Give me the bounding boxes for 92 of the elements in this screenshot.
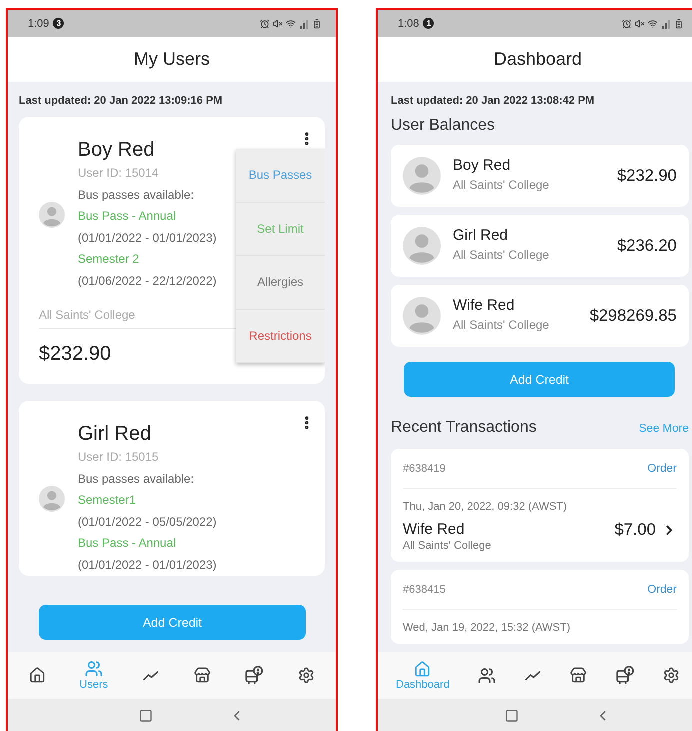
balance-card[interactable]: Girl Red All Saints' College $236.20 bbox=[391, 215, 689, 277]
school-name: All Saints' College bbox=[453, 316, 550, 334]
home-button-icon[interactable] bbox=[505, 709, 519, 723]
home-icon bbox=[414, 660, 432, 678]
balance-amount: $232.90 bbox=[39, 343, 112, 366]
last-updated: Last updated: 20 Jan 2022 13:08:42 PM bbox=[391, 95, 596, 107]
pass-name: Semester 2 bbox=[78, 251, 140, 268]
transaction-type: Order bbox=[648, 584, 677, 596]
pass-dates: (01/01/2022 - 01/01/2023) bbox=[78, 556, 217, 574]
signal-icon bbox=[299, 18, 309, 28]
menu-item[interactable]: Bus Passes bbox=[236, 149, 325, 202]
avatar-icon bbox=[403, 297, 441, 335]
users-icon bbox=[84, 660, 103, 678]
notification-badge: 3 bbox=[53, 18, 64, 29]
transaction-id: #638415 bbox=[403, 584, 446, 596]
user-name: Girl Red bbox=[453, 226, 510, 245]
transaction-amount: $7.00 bbox=[614, 521, 656, 540]
signal-icon bbox=[661, 18, 671, 28]
transaction-id: #638419 bbox=[403, 462, 446, 474]
school-name: All Saints' College bbox=[403, 540, 492, 552]
home-button-icon[interactable] bbox=[139, 709, 153, 723]
settings-icon bbox=[298, 667, 316, 684]
battery-icon bbox=[674, 18, 684, 28]
school-name: All Saints' College bbox=[453, 246, 550, 264]
user-id: User ID: 15014 bbox=[78, 165, 160, 182]
store-icon bbox=[194, 667, 211, 684]
status-time: 1:09 bbox=[28, 18, 50, 30]
nav-tab[interactable] bbox=[28, 667, 46, 684]
screen-title: Dashboard bbox=[494, 49, 582, 70]
store-icon bbox=[570, 667, 587, 684]
add-credit-button[interactable]: Add Credit bbox=[404, 362, 675, 397]
home-icon bbox=[28, 667, 46, 684]
user-name: Boy Red bbox=[453, 156, 512, 175]
nav-tab[interactable] bbox=[614, 666, 635, 686]
menu-item[interactable]: Allergies bbox=[236, 256, 325, 310]
section-title: User Balances bbox=[391, 117, 496, 135]
avatar-icon bbox=[403, 227, 441, 265]
passes-label: Bus passes available: bbox=[78, 186, 196, 204]
pass-dates: (01/01/2022 - 05/05/2022) bbox=[78, 514, 217, 530]
nav-tab[interactable] bbox=[662, 667, 680, 684]
mute-icon bbox=[273, 18, 283, 28]
passes-label: Bus passes available: bbox=[78, 470, 196, 488]
balance-card[interactable]: Boy Red All Saints' College $232.90 bbox=[391, 145, 689, 207]
nav-tab[interactable] bbox=[244, 666, 264, 686]
transaction-card[interactable]: #638419 Order Thu, Jan 20, 2022, 09:32 (AWST) Wife Red All Saints' College $7.00 bbox=[391, 449, 689, 562]
nav-tab[interactable]: Dashboard bbox=[396, 660, 450, 690]
mute-icon bbox=[635, 18, 645, 28]
menu-item[interactable]: Restrictions bbox=[236, 310, 325, 363]
school-name: All Saints' College bbox=[453, 176, 550, 194]
avatar-icon bbox=[39, 486, 65, 512]
bus-alert-icon bbox=[614, 666, 635, 686]
pass-name: Bus Pass - Annual bbox=[78, 535, 178, 552]
user-name: Girl Red bbox=[78, 422, 152, 447]
pass-name: Semester1 bbox=[78, 492, 138, 509]
user-name: Boy Red bbox=[78, 138, 156, 163]
last-updated: Last updated: 20 Jan 2022 13:09:16 PM bbox=[19, 95, 224, 107]
transaction-date: Thu, Jan 20, 2022, 09:32 (AWST) bbox=[403, 501, 568, 513]
users-icon bbox=[478, 666, 496, 684]
transaction-type: Order bbox=[648, 462, 677, 474]
balance-amount: $232.90 bbox=[617, 166, 677, 186]
settings-icon bbox=[662, 667, 680, 684]
alarm-icon bbox=[260, 18, 270, 28]
pass-dates: (01/06/2022 - 22/12/2022) bbox=[78, 272, 217, 290]
balance-card[interactable]: Wife Red All Saints' College $298269.85 bbox=[391, 285, 689, 347]
add-credit-button[interactable]: Add Credit bbox=[39, 605, 306, 640]
avatar-icon bbox=[403, 157, 441, 195]
notification-badge: 1 bbox=[423, 18, 434, 29]
battery-icon bbox=[312, 18, 322, 28]
pass-dates: (01/01/2022 - 01/01/2023) bbox=[78, 230, 217, 246]
wifi-icon bbox=[286, 18, 296, 28]
pass-name: Bus Pass - Annual bbox=[78, 208, 178, 225]
see-more-link[interactable]: See More bbox=[639, 423, 689, 435]
user-name: Wife Red bbox=[453, 296, 516, 315]
user-name: Wife Red bbox=[403, 521, 466, 538]
screen-title: My Users bbox=[134, 49, 210, 70]
nav-tab[interactable] bbox=[194, 667, 211, 684]
avatar-icon bbox=[39, 202, 65, 228]
balance-amount: $236.20 bbox=[617, 236, 677, 256]
section-title: Recent Transactions bbox=[391, 419, 537, 437]
alarm-icon bbox=[622, 18, 632, 28]
nav-tab[interactable] bbox=[298, 667, 316, 684]
menu-item[interactable]: Set Limit bbox=[236, 202, 325, 256]
nav-tab[interactable] bbox=[570, 667, 587, 684]
bus-alert-icon bbox=[244, 666, 264, 686]
transaction-card[interactable]: #638415 Order Wed, Jan 19, 2022, 15:32 (AWST) bbox=[391, 570, 689, 644]
status-time: 1:08 bbox=[398, 18, 420, 30]
user-id: User ID: 15015 bbox=[78, 449, 160, 466]
nav-tab[interactable] bbox=[478, 666, 496, 684]
nav-tab[interactable]: Users bbox=[80, 660, 108, 691]
wifi-icon bbox=[648, 18, 658, 28]
balance-amount: $298269.85 bbox=[590, 306, 677, 326]
transaction-date: Wed, Jan 19, 2022, 15:32 (AWST) bbox=[403, 622, 572, 634]
